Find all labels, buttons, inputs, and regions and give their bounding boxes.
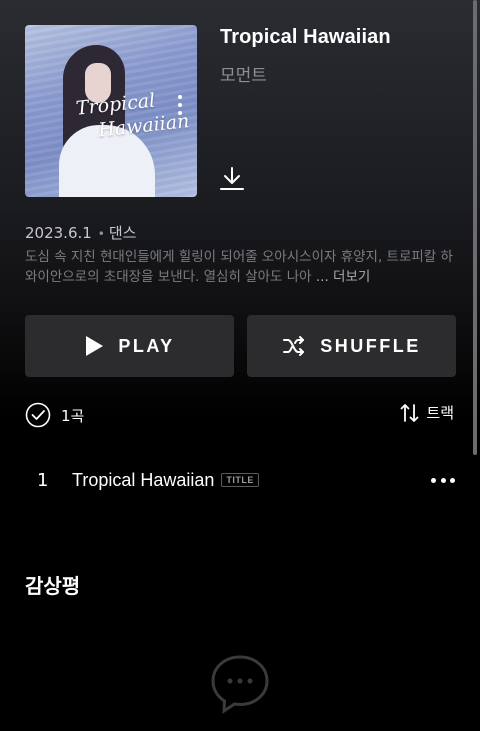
album-title: Tropical Hawaiian — [220, 26, 391, 48]
artist-name[interactable]: 모먼트 — [220, 61, 267, 86]
album-cover[interactable]: Tropical Hawaiian — [25, 25, 197, 197]
sort-button[interactable]: 트랙 — [400, 402, 454, 423]
cover-dots-icon — [178, 95, 182, 115]
play-icon — [86, 336, 104, 356]
play-button[interactable]: PLAY — [25, 315, 234, 377]
reviews-heading: 감상평 — [25, 574, 81, 598]
select-all-toggle[interactable]: 1곡 — [25, 402, 84, 428]
track-count: 1곡 — [61, 406, 85, 425]
shuffle-button[interactable]: SHUFFLE — [247, 315, 456, 377]
album-description[interactable]: 도심 속 지친 현대인들에게 힐링이 되어줄 오아시스이자 휴양지, 트로피칼 … — [25, 247, 455, 287]
check-circle-icon — [25, 402, 51, 428]
release-date: 2023.6.1 — [25, 224, 92, 242]
album-meta: 2023.6.1 • 댄스 — [25, 224, 137, 242]
more-link[interactable]: ... 더보기 — [316, 269, 370, 285]
download-icon — [220, 167, 244, 190]
shuffle-icon — [283, 336, 305, 356]
genre: 댄스 — [108, 224, 137, 242]
download-button[interactable] — [218, 165, 246, 193]
sort-icon — [400, 403, 419, 422]
track-title: Tropical Hawaiian — [72, 469, 215, 490]
title-badge: TITLE — [221, 473, 259, 487]
comment-bubble-icon — [209, 653, 271, 719]
album-header: Tropical Hawaiian Tropical Hawaiian 모먼트 — [25, 25, 465, 197]
track-number: 1 — [37, 469, 49, 491]
more-options-icon[interactable] — [431, 470, 455, 490]
track-row[interactable]: 1 Tropical Hawaiian TITLE — [25, 462, 455, 498]
scrollbar[interactable] — [473, 0, 477, 455]
